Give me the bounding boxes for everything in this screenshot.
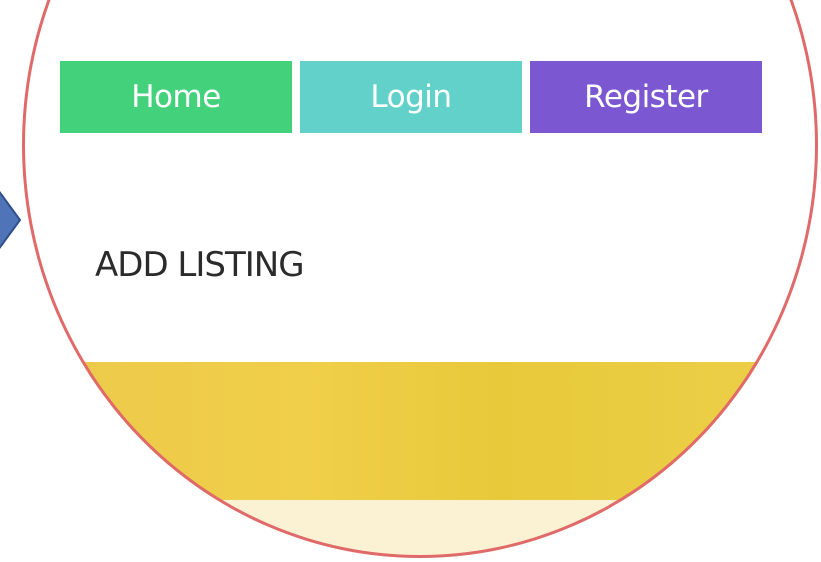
main-nav: Home Login Register (60, 61, 762, 133)
login-button[interactable]: Login (300, 61, 522, 133)
screenshot-stage: Home Login Register ADD LISTING (0, 0, 821, 562)
magnified-view: Home Login Register ADD LISTING (22, 0, 818, 558)
page-title: ADD LISTING (95, 245, 305, 285)
register-button[interactable]: Register (530, 61, 762, 133)
home-button[interactable]: Home (60, 61, 292, 133)
content-area (22, 500, 818, 558)
pointer-arrow-icon (0, 191, 22, 249)
listing-banner (22, 362, 818, 500)
